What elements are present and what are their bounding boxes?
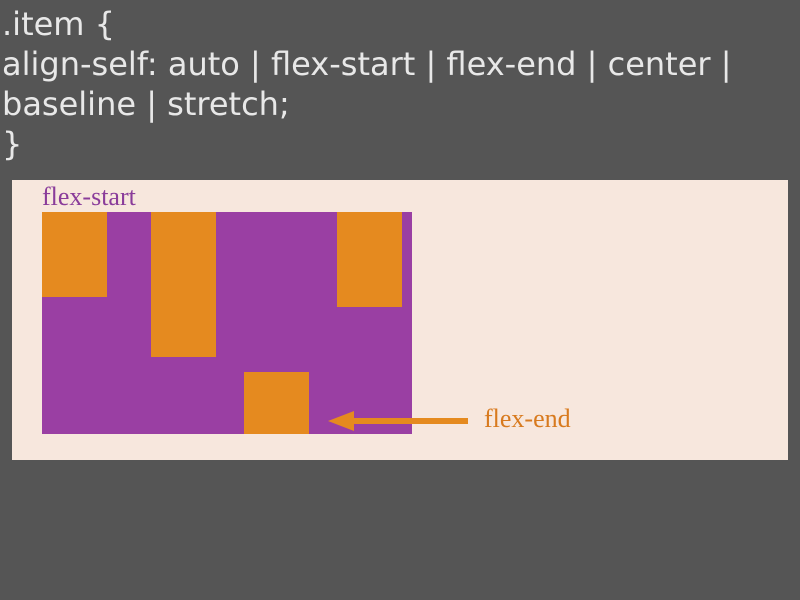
code-line-2: align-self: auto | flex-start | flex-end…	[2, 44, 798, 124]
flex-item-2	[151, 212, 216, 357]
code-line-1: .item {	[2, 4, 798, 44]
label-flex-end: flex-end	[484, 404, 571, 434]
css-code-block: .item { align-self: auto | flex-start | …	[0, 0, 800, 174]
flex-item-3	[244, 372, 309, 434]
flex-container	[42, 212, 412, 434]
flex-item-1	[42, 212, 107, 297]
diagram-panel: flex-start flex-end	[12, 180, 788, 460]
label-flex-start: flex-start	[42, 182, 136, 212]
code-line-3: }	[2, 124, 798, 164]
flex-item-4	[337, 212, 402, 307]
